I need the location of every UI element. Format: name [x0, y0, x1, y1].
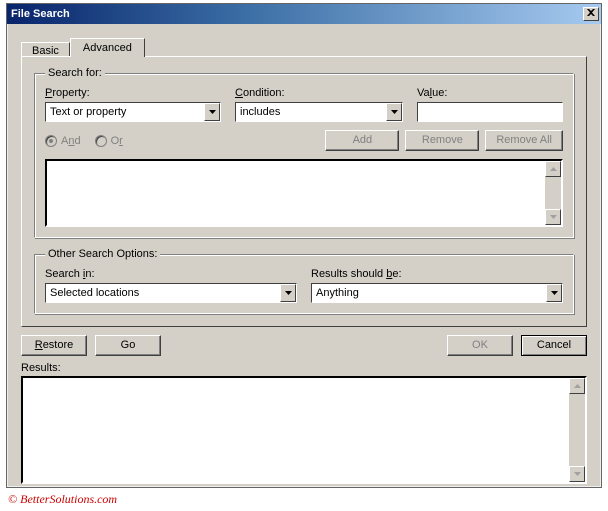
- condition-value: includes: [240, 106, 386, 118]
- title-bar: File Search: [7, 4, 601, 24]
- chevron-down-icon[interactable]: [386, 103, 402, 121]
- search-for-legend: Search for:: [45, 67, 105, 79]
- window-title: File Search: [11, 8, 70, 20]
- search-for-group: Search for: Property: Text or property C…: [34, 67, 574, 238]
- file-search-window: File Search Basic Advanced Search for: P…: [6, 3, 602, 488]
- scroll-up-icon[interactable]: [569, 378, 585, 394]
- cancel-button[interactable]: Cancel: [521, 335, 587, 356]
- results-should-be-combo[interactable]: Anything: [311, 283, 563, 303]
- chevron-down-icon[interactable]: [546, 284, 562, 302]
- results-should-be-value: Anything: [316, 287, 546, 299]
- footer-buttons: Restore Go OK Cancel: [21, 335, 587, 356]
- ok-button[interactable]: OK: [447, 335, 513, 356]
- search-in-combo[interactable]: Selected locations: [45, 283, 297, 303]
- scroll-up-icon[interactable]: [545, 161, 561, 177]
- tab-advanced[interactable]: Advanced: [70, 38, 145, 57]
- results-label: Results:: [21, 362, 587, 374]
- radio-or: Or: [95, 135, 123, 147]
- other-options-legend: Other Search Options:: [45, 248, 160, 260]
- remove-all-button[interactable]: Remove All: [485, 130, 563, 151]
- remove-button[interactable]: Remove: [405, 130, 479, 151]
- add-button[interactable]: Add: [325, 130, 399, 151]
- scroll-down-icon[interactable]: [545, 209, 561, 225]
- search-in-value: Selected locations: [50, 287, 280, 299]
- scroll-down-icon[interactable]: [569, 466, 585, 482]
- condition-label: Condition:: [235, 87, 403, 99]
- go-button[interactable]: Go: [95, 335, 161, 356]
- value-input[interactable]: [417, 102, 563, 122]
- property-label: Property:: [45, 87, 221, 99]
- attribution-text: © BetterSolutions.com: [8, 492, 117, 507]
- tab-strip: Basic Advanced: [21, 34, 587, 56]
- chevron-down-icon[interactable]: [204, 103, 220, 121]
- close-button[interactable]: [583, 7, 599, 21]
- criteria-list[interactable]: [45, 159, 563, 227]
- results-list[interactable]: [21, 376, 587, 484]
- scrollbar-vertical[interactable]: [569, 378, 585, 482]
- scrollbar-vertical[interactable]: [545, 161, 561, 225]
- results-should-be-label: Results should be:: [311, 268, 563, 280]
- window-body: Basic Advanced Search for: Property: Tex…: [7, 24, 601, 496]
- restore-button[interactable]: Restore: [21, 335, 87, 356]
- value-label: Value:: [417, 87, 563, 99]
- search-in-label: Search in:: [45, 268, 297, 280]
- property-combo[interactable]: Text or property: [45, 102, 221, 122]
- property-value: Text or property: [50, 106, 204, 118]
- radio-and: And: [45, 135, 81, 147]
- radio-icon: [45, 135, 57, 147]
- chevron-down-icon[interactable]: [280, 284, 296, 302]
- tab-panel-advanced: Search for: Property: Text or property C…: [21, 56, 587, 327]
- other-options-group: Other Search Options: Search in: Selecte…: [34, 248, 574, 314]
- radio-icon: [95, 135, 107, 147]
- condition-combo[interactable]: includes: [235, 102, 403, 122]
